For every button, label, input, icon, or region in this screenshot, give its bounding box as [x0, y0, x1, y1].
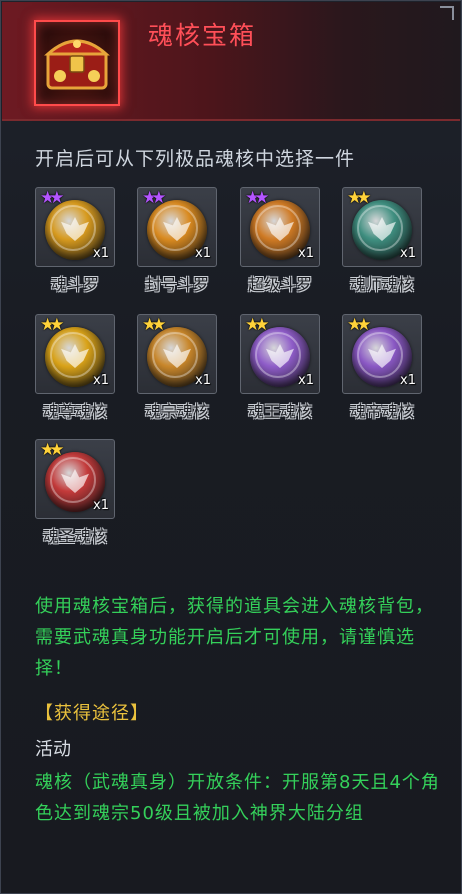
soul-core-item[interactable]: ★★ x1 魂宗魂核 [137, 314, 219, 424]
corner-ornament [440, 6, 454, 20]
star-icon: ★ [151, 315, 167, 335]
item-name: 魂王魂核 [247, 402, 312, 421]
star-rating: ★★ [142, 190, 167, 207]
soul-core-item[interactable]: ★★ x1 魂斗罗 [35, 187, 117, 297]
item-tooltip-panel: 魂核宝箱 开启后可从下列极品魂核中选择一件 ★★ x1 魂斗罗 ★★ x1 封号斗罗 ★★ x… [0, 0, 462, 894]
soul-core-item[interactable]: ★★ x1 超级斗罗 [240, 187, 322, 297]
soul-core-item[interactable]: ★★ x1 魂师魂核 [342, 187, 424, 297]
item-slot[interactable]: ★★ x1 [35, 314, 115, 394]
item-name: 魂师魂核 [349, 275, 414, 294]
item-name: 魂圣魂核 [42, 527, 107, 546]
unlock-condition: 魂核（武魂真身）开放条件：开服第8天且4个角色达到魂宗50级且被加入神界大陆分组 [35, 772, 440, 824]
header: 魂核宝箱 [2, 2, 460, 121]
soul-core-item[interactable]: ★★ x1 封号斗罗 [137, 187, 219, 297]
item-count: x1 [400, 373, 416, 388]
item-count: x1 [195, 373, 211, 388]
soul-core-item[interactable]: ★★ x1 魂尊魂核 [35, 314, 117, 424]
source-heading: 【获得途径】 [35, 703, 149, 724]
item-count: x1 [298, 246, 314, 261]
star-rating: ★★ [245, 317, 270, 334]
chest-icon [34, 20, 120, 106]
item-slot[interactable]: ★★ x1 [137, 314, 217, 394]
item-name: 魂宗魂核 [144, 402, 209, 421]
item-name: 魂帝魂核 [349, 402, 414, 421]
item-name: 魂斗罗 [50, 275, 99, 294]
item-slot[interactable]: ★★ x1 [240, 187, 320, 267]
star-rating: ★★ [347, 190, 372, 207]
soul-core-item[interactable]: ★★ x1 魂帝魂核 [342, 314, 424, 424]
subtitle: 开启后可从下列极品魂核中选择一件 [35, 148, 356, 170]
star-icon: ★ [254, 188, 270, 208]
star-icon: ★ [49, 440, 65, 460]
item-slot[interactable]: ★★ x1 [240, 314, 320, 394]
star-rating: ★★ [40, 442, 65, 459]
item-title: 魂核宝箱 [148, 21, 257, 50]
usage-description: 使用魂核宝箱后，获得的道具会进入魂核背包，需要武魂真身功能开启后才可使用，请谨慎… [35, 596, 434, 679]
item-slot[interactable]: ★★ x1 [342, 187, 422, 267]
soul-core-item[interactable]: ★★ x1 魂圣魂核 [35, 439, 117, 549]
item-name: 超级斗罗 [247, 275, 312, 294]
item-count: x1 [93, 498, 109, 513]
star-icon: ★ [356, 188, 372, 208]
item-slot[interactable]: ★★ x1 [342, 314, 422, 394]
star-icon: ★ [151, 188, 167, 208]
star-rating: ★★ [245, 190, 270, 207]
item-name: 封号斗罗 [144, 275, 209, 294]
soul-core-item[interactable]: ★★ x1 魂王魂核 [240, 314, 322, 424]
star-rating: ★★ [40, 190, 65, 207]
item-count: x1 [195, 246, 211, 261]
item-count: x1 [298, 373, 314, 388]
item-name: 魂尊魂核 [42, 402, 107, 421]
item-slot[interactable]: ★★ x1 [137, 187, 217, 267]
star-icon: ★ [49, 315, 65, 335]
source-activity: 活动 [35, 739, 71, 760]
item-count: x1 [400, 246, 416, 261]
star-icon: ★ [356, 315, 372, 335]
item-count: x1 [93, 373, 109, 388]
star-rating: ★★ [347, 317, 372, 334]
item-count: x1 [93, 246, 109, 261]
item-slot[interactable]: ★★ x1 [35, 439, 115, 519]
star-rating: ★★ [40, 317, 65, 334]
star-rating: ★★ [142, 317, 167, 334]
star-icon: ★ [254, 315, 270, 335]
item-slot[interactable]: ★★ x1 [35, 187, 115, 267]
star-icon: ★ [49, 188, 65, 208]
